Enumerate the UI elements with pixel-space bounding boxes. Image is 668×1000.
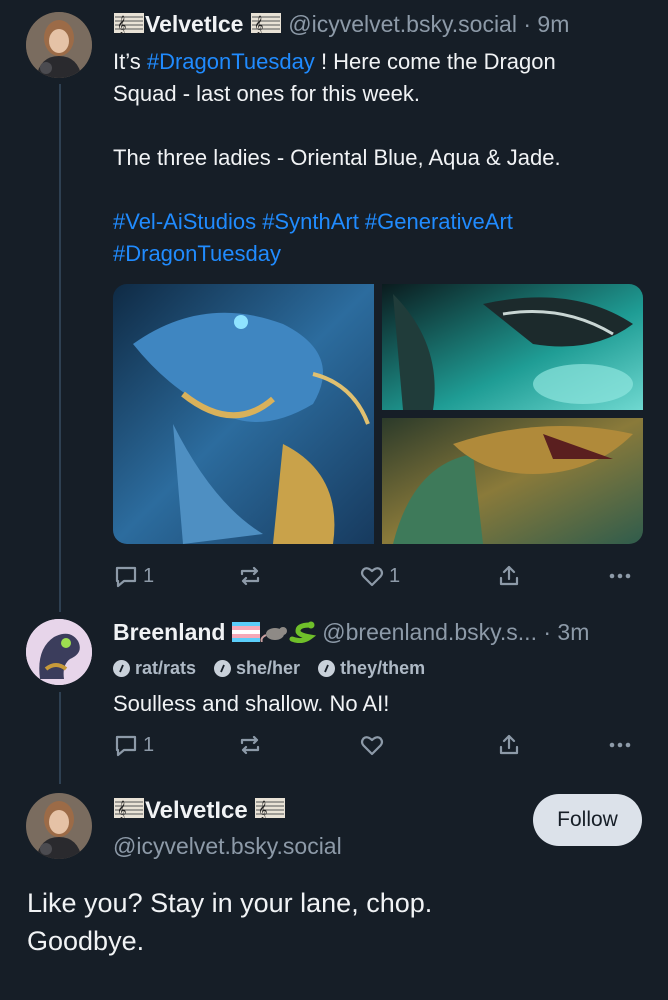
image-blue-dragon[interactable] [113,284,374,544]
avatar-breenland[interactable] [26,619,92,685]
label-badge-text: rat/rats [135,658,197,678]
share-icon [499,565,519,586]
music-score-icon: 𝄞 [254,797,286,826]
label-badge-text: she/her [236,658,301,678]
info-icon [318,660,336,677]
reply-handle[interactable]: @breenland.bsky.s... [322,619,537,645]
post1-text: It’s #DragonTuesday ! Here come the Drag… [113,46,561,270]
reply-button[interactable]: 1 [113,732,154,758]
svg-text:𝄞: 𝄞 [117,15,126,34]
post1-text-line1-b: ! Here come the Dragon [320,49,556,74]
thread-line-2 [59,692,61,784]
snake-icon [288,619,317,649]
more-button[interactable] [607,563,633,589]
label-badge[interactable]: they/them [318,658,425,679]
info-icon [214,660,232,677]
avatar-portrait-icon [26,12,92,78]
post1-actions: 1 1 [113,563,643,591]
like-icon [360,736,384,756]
like-icon [360,567,384,587]
post1-text-line2: Squad - last ones for this week. [113,81,420,106]
main-post-text-line2: Goodbye. [27,926,145,956]
reply-button[interactable]: 1 [113,563,154,589]
image-aqua-dragon[interactable] [382,284,643,410]
reply-actions: 1 [113,732,643,760]
more-icon [609,742,631,748]
avatar-creature-icon [26,619,92,685]
reply-icon [115,566,137,588]
reply-header: Breenland @breenland.bsky.s... · 3m [113,618,589,649]
hashtags-line2[interactable]: #DragonTuesday [113,238,561,270]
main-post-text: Like you? Stay in your lane, chop. Goodb… [27,884,432,960]
label-badge[interactable]: she/her [214,658,300,679]
main-post-handle[interactable]: @icyvelvet.bsky.social [113,832,342,860]
main-post-display-name[interactable]: VelvetIce [145,797,248,824]
post1-header: 𝄞 VelvetIce 𝄞 @icyvelvet.bsky.social · 9… [113,10,569,40]
like-button[interactable]: 1 [359,563,400,589]
svg-text:𝄞: 𝄞 [258,800,267,819]
rat-icon [260,620,288,648]
follow-button[interactable]: Follow [533,794,642,846]
info-icon [113,660,130,677]
share-icon [499,734,519,755]
avatar-velvetice-main[interactable] [26,793,92,859]
repost-icon [240,566,260,586]
avatar-portrait-icon [26,793,92,859]
reply-display-name[interactable]: Breenland [113,619,225,645]
more-icon [609,573,631,579]
reply-count: 1 [143,733,155,756]
main-post-text-line1: Like you? Stay in your lane, chop. [27,888,433,918]
label-badge[interactable]: rat/rats [113,658,196,679]
pride-flag-icon [231,620,260,648]
label-badge-text: they/them [340,658,426,678]
music-score-icon: 𝄞 [113,797,145,826]
thread-line-1 [59,84,61,612]
like-button[interactable] [359,732,385,758]
svg-text:𝄞: 𝄞 [254,15,263,34]
reply-pronoun-badges: rat/rats she/her they/them [113,658,425,679]
reply-count: 1 [143,564,155,587]
repost-button[interactable] [237,732,263,758]
reply-icon [115,735,137,757]
image-jade-dragon[interactable] [382,418,643,544]
hashtags-line1[interactable]: #Vel-AiStudios #SynthArt #GenerativeArt [113,206,561,238]
share-button[interactable] [496,563,522,589]
more-button[interactable] [607,732,633,758]
avatar-velveticе[interactable] [26,12,92,78]
share-button[interactable] [496,732,522,758]
post1-display-name[interactable]: VelvetIce [145,11,243,37]
post1-separator: · [523,11,532,37]
main-post-name-row: 𝄞 VelvetIce 𝄞 [113,797,286,826]
post1-handle[interactable]: @icyvelvet.bsky.social [288,11,517,37]
hashtag-link[interactable]: #DragonTuesday [147,49,315,74]
svg-text:𝄞: 𝄞 [117,800,126,819]
repost-button[interactable] [237,563,263,589]
music-score-icon: 𝄞 [113,12,145,40]
repost-icon [240,735,260,755]
reply-text: Soulless and shallow. No AI! [113,691,390,716]
post1-text-line1-a: It’s [113,49,141,74]
post1-text-line3: The three ladies - Oriental Blue, Aqua &… [113,145,561,170]
like-count: 1 [389,564,401,587]
reply-time[interactable]: 3m [557,619,589,645]
post1-media-grid [113,284,643,544]
music-score-icon: 𝄞 [250,12,282,40]
reply-separator: · [543,619,552,645]
post1-time[interactable]: 9m [537,11,569,37]
